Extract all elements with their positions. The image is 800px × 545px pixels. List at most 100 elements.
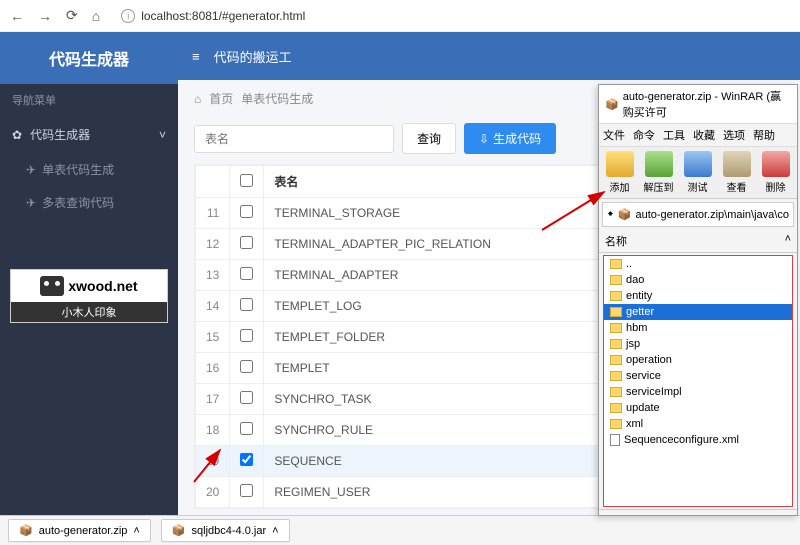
table-name-input[interactable] bbox=[194, 125, 394, 153]
folder-icon bbox=[610, 307, 622, 317]
list-item-label: getter bbox=[626, 306, 654, 318]
winrar-menu-item[interactable]: 命令 bbox=[633, 127, 655, 143]
winrar-list-item[interactable]: xml bbox=[604, 416, 792, 432]
folder-icon bbox=[610, 355, 622, 365]
toolbar-icon bbox=[606, 151, 634, 177]
winrar-toolbar-button[interactable]: 解压到 bbox=[640, 151, 677, 194]
status-icon: ▭ ⊟ bbox=[605, 515, 628, 517]
winrar-list-item[interactable]: service bbox=[604, 368, 792, 384]
menu-toggle-icon[interactable]: ≡ bbox=[192, 49, 200, 64]
row-checkbox[interactable] bbox=[240, 422, 253, 435]
archive-icon: 📦 bbox=[172, 524, 186, 537]
sidebar-sub-multi[interactable]: ✈ 多表查询代码 bbox=[0, 186, 178, 219]
winrar-list-item[interactable]: hbm bbox=[604, 320, 792, 336]
row-index: 20 bbox=[196, 477, 230, 508]
winrar-menu-item[interactable]: 工具 bbox=[663, 127, 685, 143]
list-item-label: .. bbox=[626, 258, 632, 270]
sidebar-sub-label: 单表代码生成 bbox=[42, 161, 114, 178]
sidebar-logo: xwood.net 小木人印象 bbox=[10, 269, 168, 323]
list-item-label: service bbox=[626, 370, 661, 382]
winrar-list-item[interactable]: jsp bbox=[604, 336, 792, 352]
up-icon[interactable]: 🠹 bbox=[607, 205, 614, 224]
folder-icon bbox=[610, 371, 622, 381]
forward-icon[interactable]: → bbox=[38, 8, 52, 24]
winrar-list-item[interactable]: .. bbox=[604, 256, 792, 272]
winrar-list-item[interactable]: entity bbox=[604, 288, 792, 304]
gear-icon: ✿ bbox=[12, 128, 22, 142]
folder-icon bbox=[610, 339, 622, 349]
reload-icon[interactable]: ⟳ bbox=[66, 7, 78, 24]
select-all-checkbox[interactable] bbox=[240, 174, 253, 187]
winrar-toolbar-button[interactable]: 删除 bbox=[757, 151, 794, 194]
nav-section-label: 导航菜单 bbox=[0, 84, 178, 116]
download-item[interactable]: 📦 auto-generator.zip ˄ bbox=[8, 519, 151, 542]
winrar-list-item[interactable]: update bbox=[604, 400, 792, 416]
query-button[interactable]: 查询 bbox=[402, 123, 456, 154]
list-item-label: jsp bbox=[626, 338, 640, 350]
winrar-column-header[interactable]: 名称 ˄ bbox=[599, 230, 797, 253]
archive-icon: 📦 bbox=[605, 98, 619, 111]
home-icon[interactable]: ⌂ bbox=[194, 92, 201, 106]
pin-icon: ✈ bbox=[26, 163, 36, 177]
url-bar[interactable]: i localhost:8081/#generator.html bbox=[114, 6, 790, 26]
winrar-toolbar-button[interactable]: 添加 bbox=[601, 151, 638, 194]
winrar-menu-item[interactable]: 文件 bbox=[603, 127, 625, 143]
folder-icon bbox=[610, 259, 622, 269]
row-checkbox[interactable] bbox=[240, 329, 253, 342]
download-bar: 📦 auto-generator.zip ˄ 📦 sqljdbc4-4.0.ja… bbox=[0, 515, 800, 545]
toolbar-icon bbox=[684, 151, 712, 177]
row-checkbox[interactable] bbox=[240, 236, 253, 249]
row-checkbox[interactable] bbox=[240, 205, 253, 218]
folder-icon bbox=[610, 419, 622, 429]
row-index: 17 bbox=[196, 384, 230, 415]
generate-button[interactable]: ⇩ 生成代码 bbox=[464, 123, 556, 154]
sort-indicator: ˄ bbox=[785, 233, 791, 249]
list-item-label: dao bbox=[626, 274, 644, 286]
winrar-toolbar-button[interactable]: 测试 bbox=[679, 151, 716, 194]
winrar-toolbar-button[interactable]: 查看 bbox=[718, 151, 755, 194]
info-icon: i bbox=[121, 9, 135, 23]
list-item-label: operation bbox=[626, 354, 672, 366]
chevron-up-icon[interactable]: ˄ bbox=[133, 525, 139, 537]
download-item[interactable]: 📦 sqljdbc4-4.0.jar ˄ bbox=[161, 519, 290, 542]
winrar-menu-item[interactable]: 帮助 bbox=[753, 127, 775, 143]
col-index bbox=[196, 166, 230, 198]
home-icon[interactable]: ⌂ bbox=[92, 8, 100, 24]
row-index: 13 bbox=[196, 260, 230, 291]
chevron-up-icon[interactable]: ˄ bbox=[272, 525, 278, 537]
winrar-menu-item[interactable]: 收藏 bbox=[693, 127, 715, 143]
sidebar-item-generator[interactable]: ✿代码生成器 ˅ bbox=[0, 116, 178, 153]
toolbar-icon bbox=[762, 151, 790, 177]
row-checkbox[interactable] bbox=[240, 453, 253, 466]
winrar-list-item[interactable]: serviceImpl bbox=[604, 384, 792, 400]
folder-icon bbox=[610, 291, 622, 301]
back-icon[interactable]: ← bbox=[10, 8, 24, 24]
winrar-statusbar: ▭ ⊟ 已经选择 1 个文件夹 bbox=[599, 509, 797, 516]
row-checkbox[interactable] bbox=[240, 360, 253, 373]
winrar-list-item[interactable]: getter bbox=[604, 304, 792, 320]
list-item-label: serviceImpl bbox=[626, 386, 682, 398]
toolbar-label: 删除 bbox=[757, 179, 794, 194]
row-checkbox[interactable] bbox=[240, 298, 253, 311]
row-checkbox[interactable] bbox=[240, 267, 253, 280]
winrar-list-item[interactable]: operation bbox=[604, 352, 792, 368]
brand-title: 代码生成器 bbox=[0, 32, 178, 84]
row-checkbox[interactable] bbox=[240, 391, 253, 404]
sidebar-sub-single[interactable]: ✈ 单表代码生成 bbox=[0, 153, 178, 186]
winrar-title-text: auto-generator.zip - WinRAR (赢购买许可 bbox=[623, 88, 791, 120]
winrar-titlebar[interactable]: 📦 auto-generator.zip - WinRAR (赢购买许可 bbox=[599, 85, 797, 124]
browser-toolbar: ← → ⟳ ⌂ i localhost:8081/#generator.html bbox=[0, 0, 800, 32]
row-checkbox[interactable] bbox=[240, 484, 253, 497]
folder-icon bbox=[610, 275, 622, 285]
breadcrumb-home[interactable]: 首页 bbox=[209, 90, 233, 107]
winrar-list-item[interactable]: dao bbox=[604, 272, 792, 288]
col-check bbox=[230, 166, 264, 198]
winrar-file-list: .. dao entity getter hbm jsp operation service s… bbox=[603, 255, 793, 507]
winrar-list-item[interactable]: Sequenceconfigure.xml bbox=[604, 432, 792, 448]
winrar-menu-item[interactable]: 选项 bbox=[723, 127, 745, 143]
row-index: 19 bbox=[196, 446, 230, 477]
winrar-path-bar[interactable]: 🠹 📦 auto-generator.zip\main\java\co bbox=[602, 202, 794, 227]
toolbar-label: 解压到 bbox=[640, 179, 677, 194]
folder-icon bbox=[610, 403, 622, 413]
header-bar: ≡ 代码的搬运工 bbox=[178, 32, 800, 80]
